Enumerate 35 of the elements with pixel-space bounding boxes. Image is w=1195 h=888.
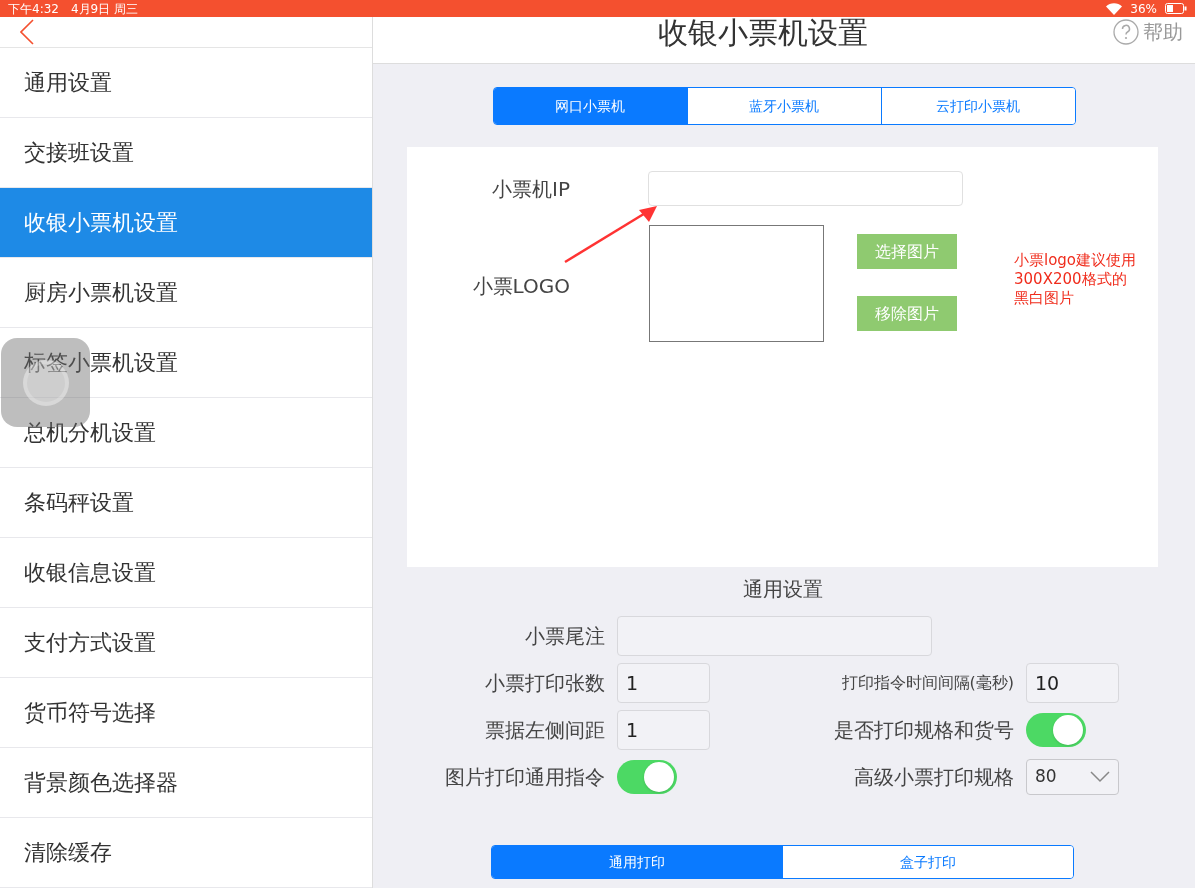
field-label: 打印指令时间间隔(毫秒): [840, 672, 1014, 694]
select-dropdown[interactable]: 80: [1026, 759, 1119, 795]
text-field[interactable]: 1: [617, 663, 710, 703]
status-time: 下午4:32: [8, 0, 59, 18]
battery-icon: [1165, 3, 1187, 14]
field-label: 票据左侧间距: [484, 717, 605, 744]
field-label: 小票机IP: [491, 175, 570, 203]
field-label: 图片打印通用指令: [444, 764, 605, 791]
page-title: 收银小票机设置: [658, 13, 868, 52]
text-field[interactable]: 1: [617, 710, 710, 750]
chevron-down-icon: [1090, 771, 1110, 783]
help-icon: [1113, 19, 1139, 45]
field-label: 高级小票打印规格: [853, 764, 1014, 791]
text-field[interactable]: [617, 616, 932, 656]
toggle-switch[interactable]: [617, 760, 677, 794]
segment-tab[interactable]: 蓝牙小票机: [686, 88, 881, 124]
toggle-switch[interactable]: [1026, 713, 1086, 747]
segment-tab[interactable]: 云打印小票机: [880, 88, 1075, 124]
logo-note: 300X200格式的: [1014, 270, 1128, 289]
segment-tab[interactable]: 网口小票机: [493, 88, 687, 124]
field-label: 小票打印张数: [484, 670, 605, 697]
ip-field[interactable]: [648, 171, 963, 206]
logo-note: 小票logo建议使用: [1014, 251, 1137, 270]
status-date: 4月9日 周三: [70, 0, 139, 18]
sidebar-item[interactable]: 收银小票机设置: [0, 188, 372, 258]
logo-note: 黑白图片: [1014, 289, 1075, 308]
section-title: 通用设置: [742, 576, 823, 603]
field-label: 小票尾注: [524, 623, 605, 650]
segment-tab[interactable]: 通用打印: [492, 846, 782, 878]
field-label: 小票LOGO: [471, 273, 570, 300]
text-field[interactable]: 10: [1026, 663, 1119, 703]
field-label: 是否打印规格和货号: [833, 717, 1014, 744]
wifi-icon: [1106, 2, 1123, 15]
battery-percent: 36%: [1130, 0, 1157, 18]
segment-tab[interactable]: 盒子打印: [782, 846, 1073, 878]
